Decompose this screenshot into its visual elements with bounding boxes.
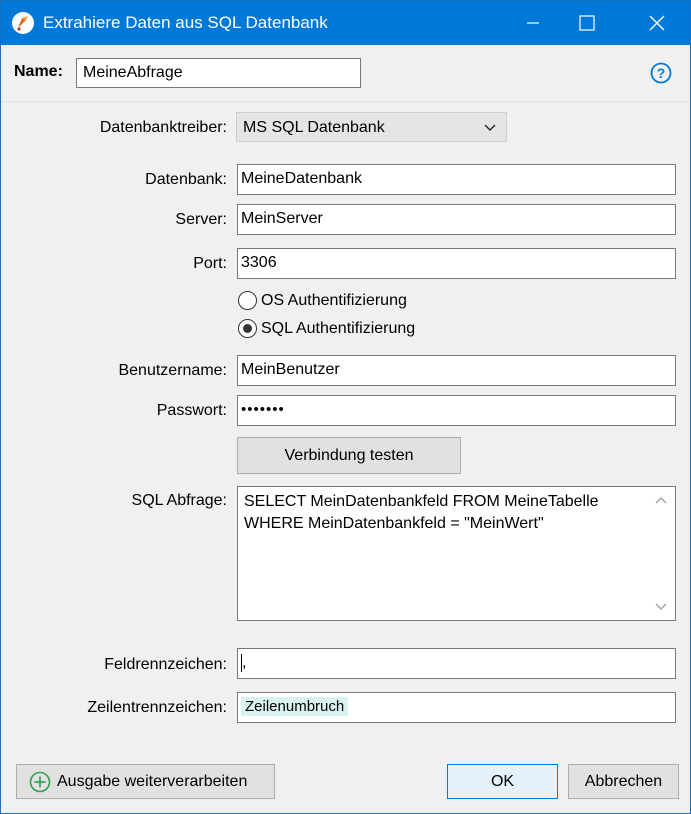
radio-os-auth[interactable]: OS Authentifizierung — [238, 291, 407, 310]
field-separator-value: , — [242, 654, 247, 672]
test-connection-button[interactable]: Verbindung testen — [237, 437, 461, 474]
radio-os-auth-label: OS Authentifizierung — [261, 291, 407, 309]
field-separator-field[interactable]: , — [237, 648, 676, 679]
radio-sql-auth-circle[interactable] — [238, 319, 257, 338]
maximize-icon — [579, 15, 595, 31]
help-icon[interactable]: ? — [650, 62, 672, 84]
name-bar: Name: MeineAbfrage ? — [1, 45, 690, 102]
sql-line-1: SELECT MeinDatenbankfeld FROM MeineTabel… — [244, 493, 599, 510]
chevron-down-icon — [484, 124, 496, 131]
close-button[interactable] — [634, 1, 680, 45]
dialog-window: Extrahiere Daten aus SQL Datenbank Name:… — [0, 0, 691, 814]
dialog-footer: Ausgabe weiterverarbeiten OK Abbrechen — [1, 750, 690, 813]
field-separator-label: Feldrennzeichen: — [104, 656, 227, 673]
row-separator-chip[interactable]: Zeilenumbruch — [241, 697, 349, 716]
server-field[interactable]: MeinServer — [237, 204, 676, 235]
window-title: Extrahiere Daten aus SQL Datenbank — [43, 13, 328, 32]
port-label: Port: — [193, 255, 227, 272]
database-label: Datenbank: — [145, 171, 227, 188]
password-field[interactable]: ••••••• — [237, 395, 676, 426]
server-label: Server: — [175, 211, 227, 228]
maximize-button[interactable] — [564, 1, 610, 45]
sql-query-textarea[interactable]: SELECT MeinDatenbankfeld FROM MeineTabel… — [237, 486, 676, 621]
close-icon — [649, 15, 665, 31]
scroll-down-icon[interactable] — [655, 602, 667, 612]
scroll-up-icon[interactable] — [655, 495, 667, 505]
cancel-button[interactable]: Abbrechen — [568, 764, 679, 799]
radio-os-auth-circle[interactable] — [238, 291, 257, 310]
app-icon — [12, 12, 34, 34]
name-label: Name: — [14, 63, 63, 80]
radio-sql-auth[interactable]: SQL Authentifizierung — [238, 319, 415, 338]
minimize-button[interactable] — [510, 1, 556, 45]
sql-query-label: SQL Abfrage: — [131, 492, 227, 509]
svg-text:?: ? — [657, 65, 666, 81]
form-area: Datenbanktreiber: MS SQL Datenbank Daten… — [1, 102, 690, 750]
driver-label: Datenbanktreiber: — [99, 119, 227, 136]
database-field[interactable]: MeineDatenbank — [237, 164, 676, 195]
process-output-button[interactable]: Ausgabe weiterverarbeiten — [16, 764, 275, 799]
minimize-icon — [527, 22, 539, 24]
add-circle-icon — [29, 771, 51, 792]
sql-line-2: WHERE MeinDatenbankfeld = "MeinWert" — [244, 515, 544, 532]
name-input[interactable]: MeineAbfrage — [76, 58, 361, 88]
username-label: Benutzername: — [118, 362, 227, 379]
driver-select-value: MS SQL Datenbank — [243, 119, 385, 136]
row-separator-label: Zeilentrennzeichen: — [87, 699, 227, 716]
radio-sql-auth-label: SQL Authentifizierung — [261, 319, 416, 337]
ok-button[interactable]: OK — [447, 764, 558, 799]
driver-select[interactable]: MS SQL Datenbank — [236, 112, 507, 142]
username-field[interactable]: MeinBenutzer — [237, 355, 676, 386]
port-field[interactable]: 3306 — [237, 248, 676, 279]
password-label: Passwort: — [156, 402, 227, 419]
row-separator-field[interactable]: Zeilenumbruch — [237, 692, 676, 723]
process-output-label: Ausgabe weiterverarbeiten — [57, 772, 248, 790]
title-bar: Extrahiere Daten aus SQL Datenbank — [1, 1, 690, 45]
